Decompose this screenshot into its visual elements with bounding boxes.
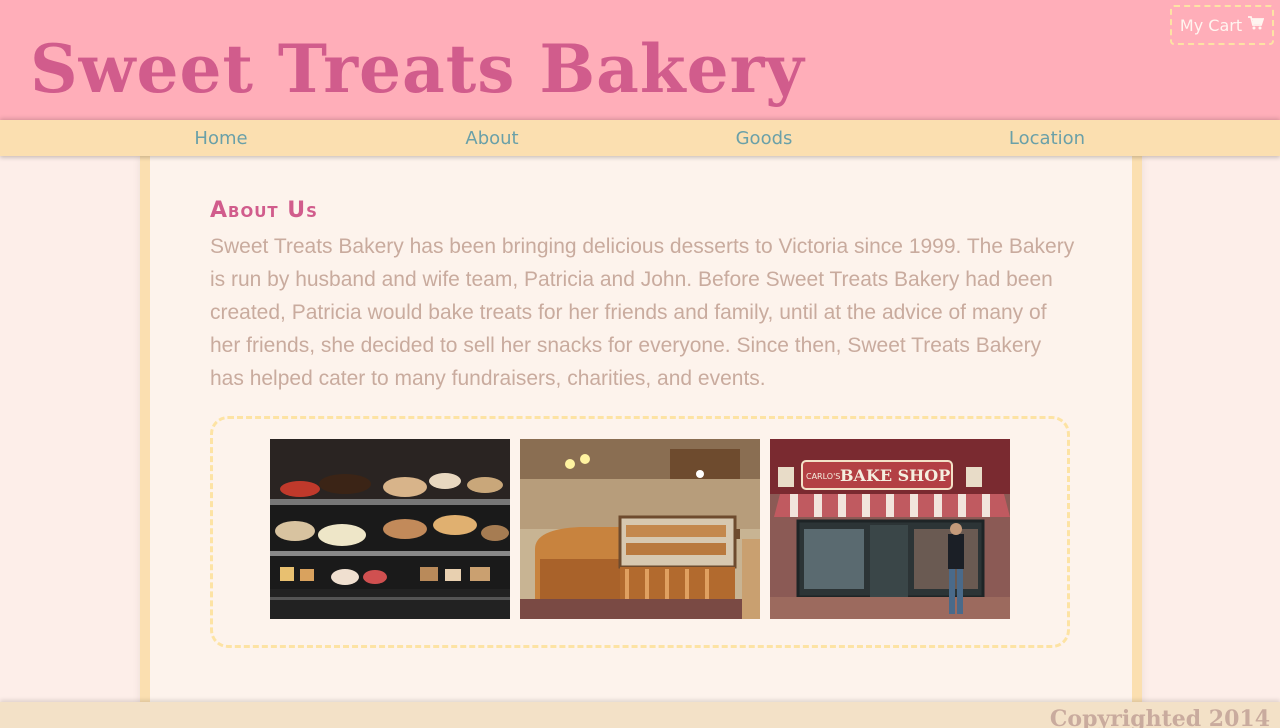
cake-display-photo [270,439,510,619]
main-nav: Home About Goods Location [0,120,1280,156]
nav-item-goods[interactable]: Goods [736,128,793,149]
main-content: About Us Sweet Treats Bakery has been br… [140,156,1142,708]
photo-gallery: BAKE SHOP CARLO'S [210,416,1070,648]
nav-item-about[interactable]: About [465,128,518,149]
about-paragraph: Sweet Treats Bakery has been bringing de… [210,235,1075,390]
storefront-sign-small-text: CARLO'S [806,472,840,481]
bakery-counter-photo [520,439,760,619]
bake-shop-storefront-photo: BAKE SHOP CARLO'S [770,439,1010,619]
about-heading: About Us [210,198,318,223]
shopping-cart-icon [1248,16,1265,34]
nav-item-location[interactable]: Location [1009,128,1085,149]
site-footer: Copyrighted 2014 [0,702,1280,728]
site-title: Sweet Treats Bakery [30,30,805,108]
nav-item-home[interactable]: Home [194,128,247,149]
site-header: Sweet Treats Bakery My Cart [0,0,1280,120]
storefront-sign-text: BAKE SHOP [840,466,950,485]
cart-label: My Cart [1179,15,1243,35]
copyright-text: Copyrighted 2014 [1049,706,1270,728]
my-cart-button[interactable]: My Cart [1170,5,1274,45]
